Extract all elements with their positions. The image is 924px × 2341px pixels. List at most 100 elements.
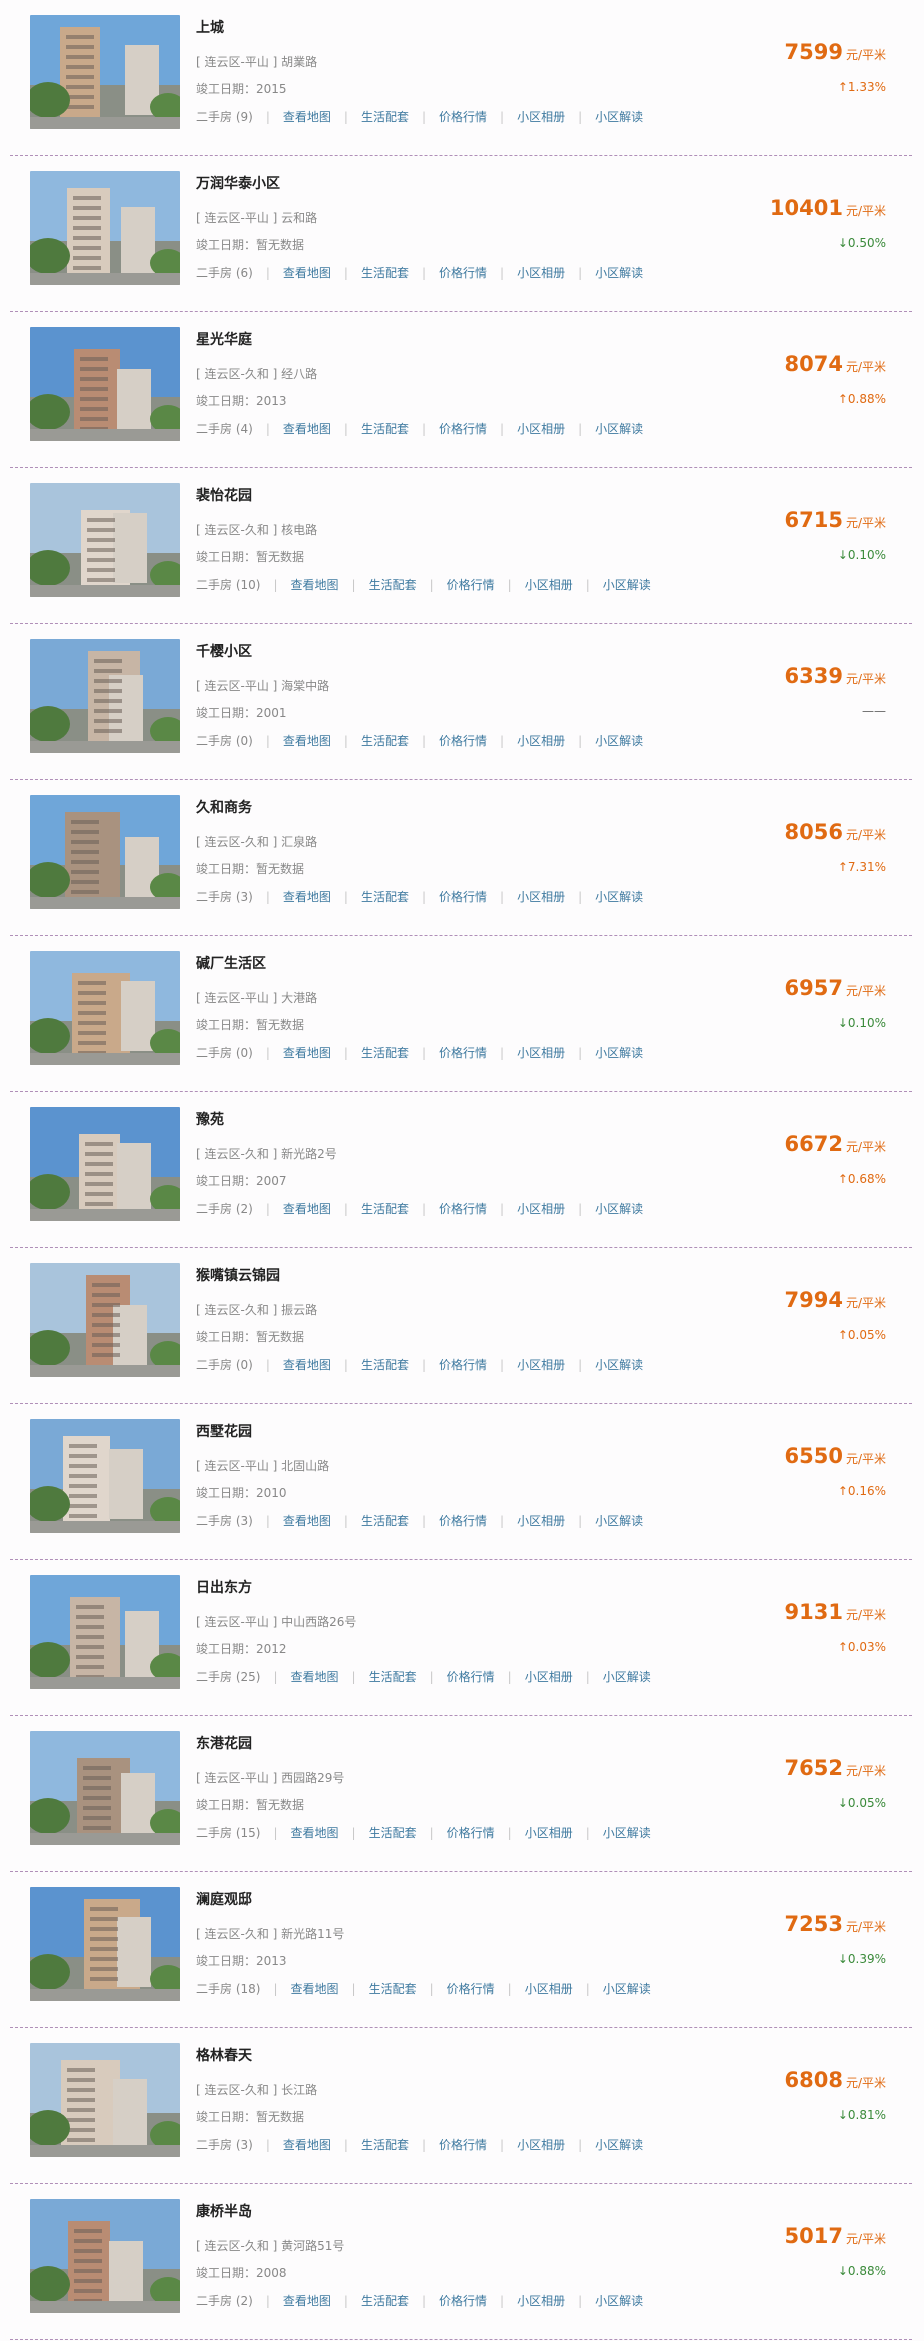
view-map-link[interactable]: 查看地图 <box>283 1046 331 1060</box>
price-trend-link[interactable]: 价格行情 <box>439 422 487 436</box>
community-name[interactable]: 星光华庭 <box>196 329 252 349</box>
interpret-link[interactable]: 小区解读 <box>595 2294 643 2308</box>
life-support-link[interactable]: 生活配套 <box>361 2138 409 2152</box>
price-trend-link[interactable]: 价格行情 <box>439 1358 487 1372</box>
community-photo[interactable] <box>30 2043 180 2157</box>
community-photo[interactable] <box>30 795 180 909</box>
price-trend-link[interactable]: 价格行情 <box>447 1982 495 1996</box>
view-map-link[interactable]: 查看地图 <box>291 1826 339 1840</box>
album-link[interactable]: 小区相册 <box>525 578 573 592</box>
view-map-link[interactable]: 查看地图 <box>283 734 331 748</box>
community-name[interactable]: 康桥半岛 <box>196 2201 252 2221</box>
second-hand-link[interactable]: 二手房 (9) <box>196 110 253 124</box>
price-trend-link[interactable]: 价格行情 <box>439 1046 487 1060</box>
life-support-link[interactable]: 生活配套 <box>361 266 409 280</box>
second-hand-link[interactable]: 二手房 (18) <box>196 1982 260 1996</box>
community-photo[interactable] <box>30 1263 180 1377</box>
second-hand-link[interactable]: 二手房 (4) <box>196 422 253 436</box>
community-name[interactable]: 日出东方 <box>196 1577 252 1597</box>
price-trend-link[interactable]: 价格行情 <box>447 1670 495 1684</box>
community-name[interactable]: 猴嘴镇云锦园 <box>196 1265 280 1285</box>
second-hand-link[interactable]: 二手房 (10) <box>196 578 260 592</box>
price-trend-link[interactable]: 价格行情 <box>439 2294 487 2308</box>
community-name[interactable]: 裴怡花园 <box>196 485 252 505</box>
album-link[interactable]: 小区相册 <box>517 890 565 904</box>
community-photo[interactable] <box>30 171 180 285</box>
community-photo[interactable] <box>30 15 180 129</box>
life-support-link[interactable]: 生活配套 <box>361 2294 409 2308</box>
community-photo[interactable] <box>30 1107 180 1221</box>
community-photo[interactable] <box>30 1731 180 1845</box>
life-support-link[interactable]: 生活配套 <box>361 1046 409 1060</box>
community-name[interactable]: 万润华泰小区 <box>196 173 280 193</box>
life-support-link[interactable]: 生活配套 <box>361 1202 409 1216</box>
album-link[interactable]: 小区相册 <box>517 1202 565 1216</box>
life-support-link[interactable]: 生活配套 <box>361 422 409 436</box>
second-hand-link[interactable]: 二手房 (0) <box>196 1358 253 1372</box>
second-hand-link[interactable]: 二手房 (0) <box>196 1046 253 1060</box>
price-trend-link[interactable]: 价格行情 <box>447 1826 495 1840</box>
album-link[interactable]: 小区相册 <box>517 110 565 124</box>
interpret-link[interactable]: 小区解读 <box>595 734 643 748</box>
interpret-link[interactable]: 小区解读 <box>595 1358 643 1372</box>
view-map-link[interactable]: 查看地图 <box>283 2138 331 2152</box>
interpret-link[interactable]: 小区解读 <box>595 266 643 280</box>
price-trend-link[interactable]: 价格行情 <box>439 266 487 280</box>
album-link[interactable]: 小区相册 <box>517 2138 565 2152</box>
life-support-link[interactable]: 生活配套 <box>369 578 417 592</box>
interpret-link[interactable]: 小区解读 <box>595 1202 643 1216</box>
interpret-link[interactable]: 小区解读 <box>595 890 643 904</box>
community-name[interactable]: 碱厂生活区 <box>196 953 266 973</box>
second-hand-link[interactable]: 二手房 (2) <box>196 2294 253 2308</box>
album-link[interactable]: 小区相册 <box>517 1514 565 1528</box>
community-name[interactable]: 格林春天 <box>196 2045 252 2065</box>
second-hand-link[interactable]: 二手房 (0) <box>196 734 253 748</box>
album-link[interactable]: 小区相册 <box>525 1982 573 1996</box>
price-trend-link[interactable]: 价格行情 <box>447 578 495 592</box>
view-map-link[interactable]: 查看地图 <box>283 110 331 124</box>
second-hand-link[interactable]: 二手房 (15) <box>196 1826 260 1840</box>
interpret-link[interactable]: 小区解读 <box>603 1982 651 1996</box>
life-support-link[interactable]: 生活配套 <box>361 890 409 904</box>
price-trend-link[interactable]: 价格行情 <box>439 1514 487 1528</box>
community-name[interactable]: 久和商务 <box>196 797 252 817</box>
life-support-link[interactable]: 生活配套 <box>369 1982 417 1996</box>
community-photo[interactable] <box>30 1419 180 1533</box>
album-link[interactable]: 小区相册 <box>517 422 565 436</box>
view-map-link[interactable]: 查看地图 <box>291 1670 339 1684</box>
second-hand-link[interactable]: 二手房 (25) <box>196 1670 260 1684</box>
view-map-link[interactable]: 查看地图 <box>283 1202 331 1216</box>
life-support-link[interactable]: 生活配套 <box>361 734 409 748</box>
view-map-link[interactable]: 查看地图 <box>283 1514 331 1528</box>
community-photo[interactable] <box>30 2199 180 2313</box>
price-trend-link[interactable]: 价格行情 <box>439 2138 487 2152</box>
album-link[interactable]: 小区相册 <box>525 1670 573 1684</box>
community-name[interactable]: 千樱小区 <box>196 641 252 661</box>
second-hand-link[interactable]: 二手房 (3) <box>196 1514 253 1528</box>
album-link[interactable]: 小区相册 <box>517 266 565 280</box>
life-support-link[interactable]: 生活配套 <box>369 1826 417 1840</box>
view-map-link[interactable]: 查看地图 <box>283 266 331 280</box>
view-map-link[interactable]: 查看地图 <box>283 2294 331 2308</box>
second-hand-link[interactable]: 二手房 (2) <box>196 1202 253 1216</box>
community-name[interactable]: 豫苑 <box>196 1109 224 1129</box>
interpret-link[interactable]: 小区解读 <box>595 2138 643 2152</box>
community-photo[interactable] <box>30 1575 180 1689</box>
community-name[interactable]: 东港花园 <box>196 1733 252 1753</box>
life-support-link[interactable]: 生活配套 <box>361 1514 409 1528</box>
interpret-link[interactable]: 小区解读 <box>595 1046 643 1060</box>
price-trend-link[interactable]: 价格行情 <box>439 110 487 124</box>
community-photo[interactable] <box>30 327 180 441</box>
second-hand-link[interactable]: 二手房 (3) <box>196 890 253 904</box>
community-name[interactable]: 上城 <box>196 17 224 37</box>
community-name[interactable]: 澜庭观邸 <box>196 1889 252 1909</box>
album-link[interactable]: 小区相册 <box>517 734 565 748</box>
life-support-link[interactable]: 生活配套 <box>361 1358 409 1372</box>
interpret-link[interactable]: 小区解读 <box>603 578 651 592</box>
interpret-link[interactable]: 小区解读 <box>595 110 643 124</box>
view-map-link[interactable]: 查看地图 <box>291 1982 339 1996</box>
community-photo[interactable] <box>30 951 180 1065</box>
interpret-link[interactable]: 小区解读 <box>595 1514 643 1528</box>
view-map-link[interactable]: 查看地图 <box>283 422 331 436</box>
life-support-link[interactable]: 生活配套 <box>361 110 409 124</box>
